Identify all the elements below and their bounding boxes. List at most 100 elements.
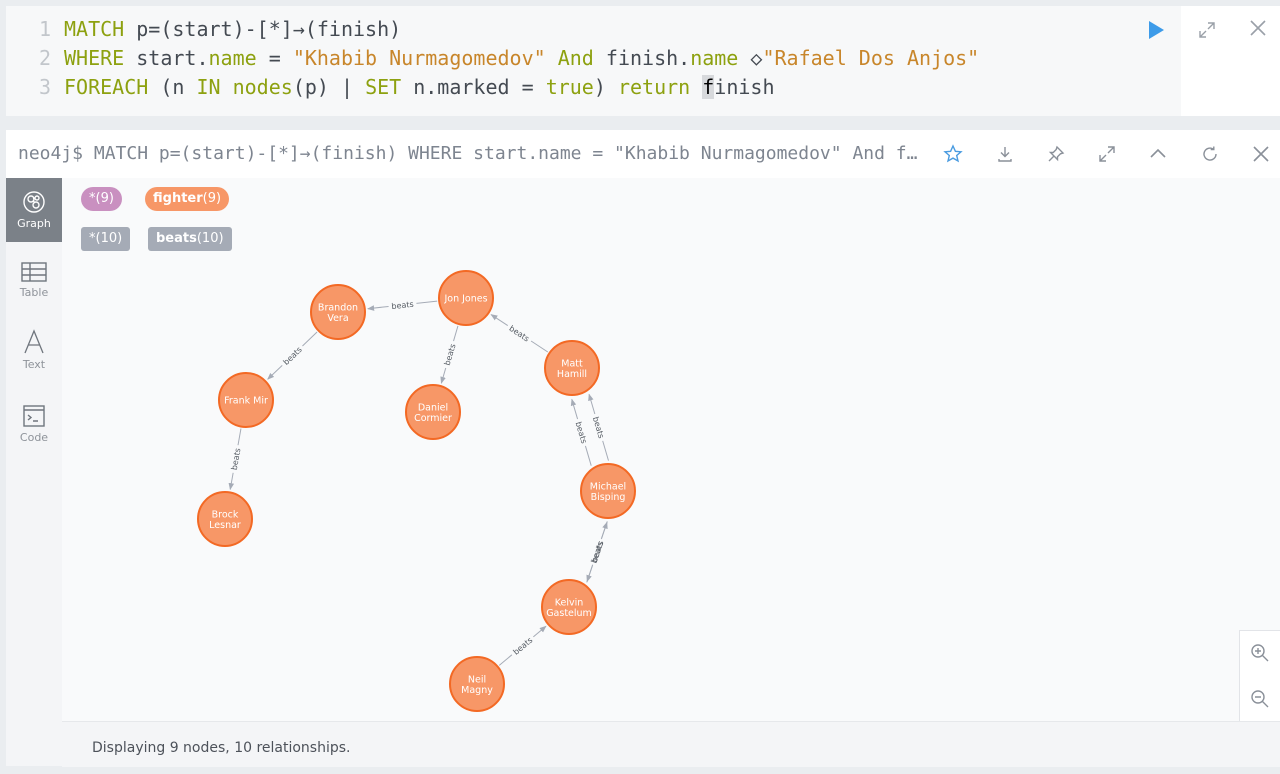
view-label: Code: [19, 431, 49, 444]
node-matt[interactable]: MattHamill: [544, 340, 600, 396]
code-token: (p) |: [292, 75, 366, 99]
node-daniel[interactable]: DanielCormier: [405, 384, 461, 440]
code-line[interactable]: 2 WHERE start.name = "Khabib Nurmagomedov…: [6, 44, 979, 73]
line-number: 1: [38, 17, 51, 41]
code-token: "Khabib Nurmagomedov": [292, 46, 546, 70]
line-number: 2: [38, 46, 51, 70]
code-token: f: [702, 75, 715, 99]
code-token: nodes: [220, 75, 293, 99]
relationship-line: [600, 521, 608, 540]
code-icon: [23, 405, 45, 427]
relationship-line: [570, 398, 579, 420]
play-icon: [1149, 21, 1164, 39]
pin-button[interactable]: [1044, 142, 1068, 166]
relationship-beats[interactable]: beats: [588, 393, 609, 461]
node-caption: Kelvin: [555, 597, 584, 608]
code-token: SET: [365, 75, 402, 99]
code-token: name: [208, 46, 257, 70]
relationship-line: [367, 305, 389, 311]
relationship-line: [416, 300, 438, 304]
node-caption: Matt: [561, 358, 583, 369]
zoom-out-button[interactable]: [1240, 677, 1280, 721]
zoom-in-icon: [1251, 644, 1269, 662]
node-brock[interactable]: BrockLesnar: [197, 491, 253, 547]
node-frank[interactable]: Frank Mir: [218, 372, 274, 428]
relationship-line: [584, 445, 592, 466]
line-number: 3: [38, 75, 51, 99]
run-button[interactable]: [1144, 18, 1168, 42]
relationship-label: beats: [512, 636, 535, 657]
text-icon: [24, 329, 44, 354]
node-caption: Michael: [590, 481, 626, 492]
code-token: name: [690, 46, 739, 70]
view-sidebar: Graph Table Text Code: [6, 178, 62, 766]
relationship-line: [302, 331, 318, 347]
view-graph-button[interactable]: Graph: [6, 178, 62, 242]
view-code-button[interactable]: Code: [6, 392, 62, 456]
frame-title-bar: neo4j$ MATCH p=(start)-[*]→(finish) WHER…: [6, 130, 1280, 179]
code-token: return: [617, 75, 691, 99]
relationship-line: [440, 367, 447, 384]
relationship-beats[interactable]: beats: [267, 331, 318, 380]
code-token: start.: [124, 46, 209, 70]
code-token: finish.: [593, 46, 691, 70]
relationship-beats[interactable]: beats: [440, 325, 459, 384]
node-michael[interactable]: MichaelBisping: [580, 463, 636, 519]
node-caption: Jon Jones: [443, 294, 487, 305]
export-button[interactable]: [993, 142, 1017, 166]
relationship-line: [588, 393, 596, 415]
relationship-line: [602, 440, 609, 461]
close-icon: [1250, 20, 1266, 36]
close-icon: [1253, 146, 1269, 162]
clear-editor-button[interactable]: [1246, 16, 1270, 40]
graph-icon: [23, 191, 45, 213]
node-caption: Hamill: [557, 369, 587, 380]
relationship-beats[interactable]: beats: [586, 521, 608, 583]
relationship-label: beats: [574, 421, 589, 445]
code-token: =: [256, 46, 293, 70]
relationship-label: beats: [443, 343, 458, 367]
expand-editor-button[interactable]: [1195, 18, 1219, 42]
view-text-button[interactable]: Text: [6, 318, 62, 382]
collapse-button[interactable]: [1146, 142, 1170, 166]
relationship-label: beats: [230, 447, 243, 470]
node-caption: Bisping: [591, 492, 626, 503]
code-line[interactable]: 1 MATCH p=(start)-[*]→(finish): [6, 15, 401, 44]
relationship-beats[interactable]: beats: [490, 314, 549, 353]
node-neil[interactable]: NeilMagny: [449, 656, 505, 712]
code-token: And: [545, 46, 594, 70]
relationship-label: beats: [282, 345, 304, 367]
node-kelvin[interactable]: KelvinGastelum: [541, 579, 597, 635]
favorite-button[interactable]: [941, 142, 965, 166]
node-caption: Daniel: [418, 402, 448, 413]
fullscreen-button[interactable]: [1095, 142, 1119, 166]
relationship-beats[interactable]: beats: [367, 300, 438, 311]
relationship-label: beats: [591, 416, 606, 440]
close-frame-button[interactable]: [1249, 142, 1273, 166]
relationship-beats[interactable]: beats: [228, 428, 243, 491]
relationship-line: [533, 625, 547, 638]
node-brandon[interactable]: BrandonVera: [310, 284, 366, 340]
query-editor: 1 MATCH p=(start)-[*]→(finish) 2 WHERE star…: [6, 6, 1280, 116]
relationship-line: [490, 314, 509, 326]
collapse-icon: [1150, 148, 1166, 158]
relationship-beats[interactable]: beats: [498, 625, 547, 666]
relationship-line: [228, 472, 235, 491]
code-editor[interactable]: 1 MATCH p=(start)-[*]→(finish) 2 WHERE star…: [6, 6, 1181, 116]
frame-command[interactable]: neo4j$ MATCH p=(start)-[*]→(finish) WHER…: [18, 130, 923, 178]
code-token: inish: [714, 75, 775, 99]
graph-svg: beatsbeatsbeatsbeatsbeatsbeats beatsbeats…: [197, 270, 636, 712]
node-jon[interactable]: Jon Jones: [438, 270, 494, 326]
table-icon: [21, 262, 47, 282]
zoom-in-button[interactable]: [1240, 631, 1280, 675]
node-caption: Brock: [212, 509, 239, 520]
relationship-line: [453, 325, 459, 342]
code-line[interactable]: 3 FOREACH (n IN nodes(p) | SET n.marked =…: [6, 73, 775, 102]
view-table-button[interactable]: Table: [6, 248, 62, 312]
view-label: Table: [19, 286, 49, 299]
graph-canvas[interactable]: *(9) fighter(9) *(10) beats(10) beats bea…: [62, 178, 1280, 724]
relationship-beats[interactable]: beats: [570, 398, 592, 466]
code-token: ): [593, 75, 618, 99]
rerun-button[interactable]: [1198, 142, 1222, 166]
zoom-out-icon: [1251, 690, 1269, 708]
